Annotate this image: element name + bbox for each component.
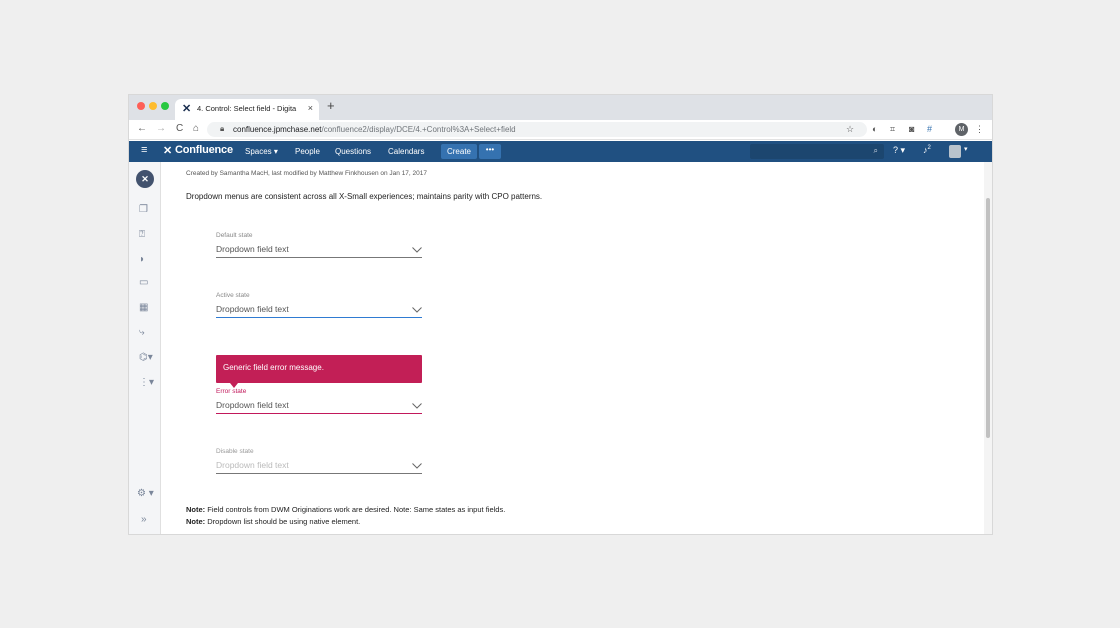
minimize-window-button[interactable]: [149, 102, 157, 110]
field-value: Dropdown field text: [216, 400, 289, 410]
camera-icon[interactable]: ◙: [909, 123, 914, 135]
expand-sidebar-icon[interactable]: »: [141, 514, 147, 526]
tab-strip: ✕ 4. Control: Select field - Digita × +: [129, 95, 992, 120]
forward-icon[interactable]: →: [156, 123, 166, 135]
tab-close-icon[interactable]: ×: [308, 103, 313, 113]
scrollbar-thumb[interactable]: [986, 198, 990, 438]
close-window-button[interactable]: [137, 102, 145, 110]
browser-window: ✕ 4. Control: Select field - Digita × + …: [129, 95, 992, 534]
field-label: Default state: [216, 232, 253, 239]
pages-icon[interactable]: ❐: [139, 204, 148, 216]
grid-extension-icon[interactable]: #: [927, 123, 932, 135]
error-state-dropdown[interactable]: Error state Dropdown field text: [216, 388, 422, 414]
browser-menu-icon[interactable]: ⋮: [975, 123, 984, 135]
address-bar[interactable]: 🔒︎ confluence.jpmchase.net/confluence2/d…: [207, 122, 867, 137]
questions-icon[interactable]: ⍰: [139, 229, 145, 241]
active-state-dropdown[interactable]: Active state Dropdown field text: [216, 292, 422, 318]
bookmark-star-icon[interactable]: ☆: [846, 123, 854, 135]
profile-avatar[interactable]: M: [955, 123, 968, 136]
default-state-dropdown[interactable]: Default state Dropdown field text: [216, 232, 422, 258]
space-logo-icon[interactable]: ✕: [136, 170, 154, 188]
url-text: confluence.jpmchase.net/confluence2/disp…: [233, 125, 516, 134]
create-button[interactable]: Create: [441, 144, 477, 159]
search-input[interactable]: ⌕: [750, 144, 884, 159]
note-line-2: Note: Dropdown list should be using nati…: [186, 517, 361, 526]
field-value: Dropdown field text: [216, 244, 289, 254]
chevron-down-icon: [412, 247, 422, 253]
field-label: Disable state: [216, 448, 254, 455]
chevron-down-icon: [412, 307, 422, 313]
new-tab-button[interactable]: +: [327, 99, 335, 113]
nav-questions[interactable]: Questions: [335, 147, 371, 156]
table-icon[interactable]: ▦: [139, 302, 148, 314]
confluence-favicon-icon: ✕: [182, 103, 192, 115]
lock-icon: 🔒︎: [220, 124, 225, 133]
user-menu-chevron-icon[interactable]: ▾: [964, 145, 968, 153]
home-icon[interactable]: ⌂: [193, 123, 199, 135]
reload-icon[interactable]: C: [176, 123, 183, 135]
field-value: Dropdown field text: [216, 304, 289, 314]
calendar-icon[interactable]: ▭: [139, 277, 148, 289]
intro-paragraph: Dropdown menus are consistent across all…: [186, 192, 543, 201]
error-tooltip: Generic field error message.: [216, 355, 422, 388]
create-more-button[interactable]: •••: [479, 144, 501, 159]
notifications-icon[interactable]: ♪2: [923, 145, 931, 155]
confluence-logo-text[interactable]: Confluence: [175, 144, 233, 156]
page-scrollbar[interactable]: [984, 162, 992, 534]
extension-frame-icon[interactable]: ⌗: [890, 123, 895, 135]
left-sidebar: ✕ ❐ ⍰ ◗ ▭ ▦ ⤷ ⌬▾ ⋮▾ ⚙ ▾ »: [129, 162, 161, 534]
field-value: Dropdown field text: [216, 460, 289, 470]
space-settings-icon[interactable]: ⚙ ▾: [137, 488, 154, 500]
back-icon[interactable]: ←: [137, 123, 147, 135]
search-icon: ⌕: [873, 146, 878, 155]
chevron-down-icon: [412, 403, 422, 409]
browser-tab[interactable]: ✕ 4. Control: Select field - Digita ×: [175, 99, 319, 120]
nav-people[interactable]: People: [295, 147, 320, 156]
nav-calendars[interactable]: Calendars: [388, 147, 424, 156]
rss-feed-icon[interactable]: ◗: [139, 254, 145, 266]
disabled-state-dropdown: Disable state Dropdown field text: [216, 448, 422, 474]
page-content: Created by Samantha MacH, last modified …: [161, 162, 983, 534]
tab-title: 4. Control: Select field - Digita: [197, 104, 297, 113]
chevron-down-icon: [412, 463, 422, 469]
extension-circle-icon[interactable]: ◐: [872, 123, 877, 135]
page-metadata: Created by Samantha MacH, last modified …: [186, 170, 427, 177]
field-label: Error state: [216, 388, 247, 395]
menu-icon[interactable]: ≡: [141, 144, 147, 156]
field-label: Active state: [216, 292, 250, 299]
zoom-window-button[interactable]: [161, 102, 169, 110]
hierarchy-icon[interactable]: ⋮▾: [139, 377, 154, 389]
error-message: Generic field error message.: [223, 363, 324, 372]
confluence-logo-icon[interactable]: ✕: [163, 144, 172, 157]
help-icon[interactable]: ? ▾: [893, 145, 905, 156]
shortcut-icon[interactable]: ⤷: [139, 327, 145, 339]
blueprint-icon[interactable]: ⌬▾: [139, 352, 153, 364]
nav-spaces[interactable]: Spaces ▾: [245, 147, 278, 156]
user-avatar[interactable]: [949, 145, 961, 158]
confluence-header: ≡ ✕ Confluence Spaces ▾ People Questions…: [129, 141, 992, 162]
browser-toolbar: ← → C ⌂ 🔒︎ confluence.jpmchase.net/confl…: [129, 120, 992, 140]
note-line-1: Note: Field controls from DWM Originatio…: [186, 505, 506, 514]
